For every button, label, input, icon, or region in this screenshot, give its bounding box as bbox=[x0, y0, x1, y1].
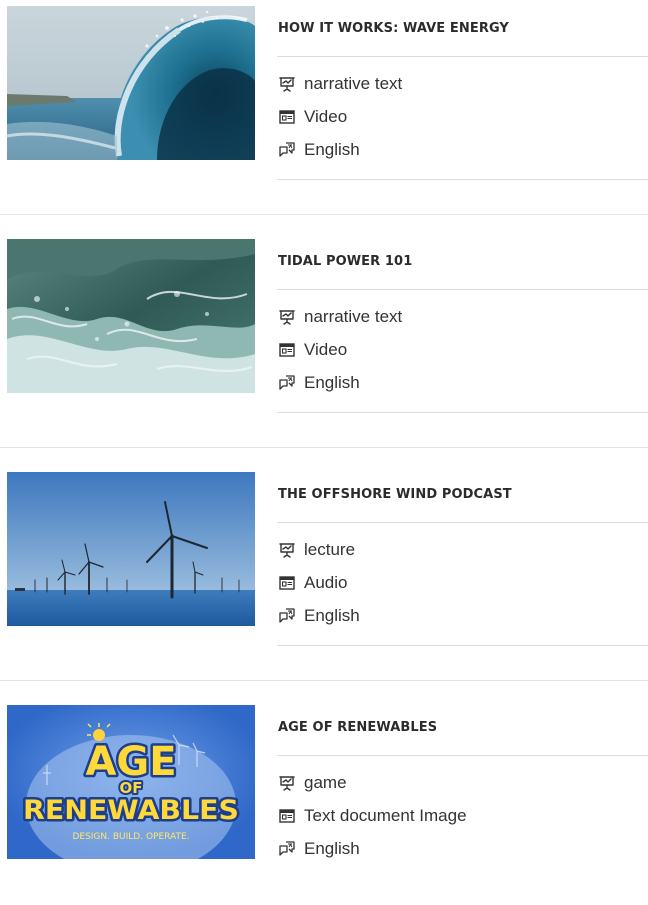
resource-type: game bbox=[278, 772, 347, 794]
resource-format-label: Video bbox=[304, 340, 348, 359]
divider bbox=[277, 289, 648, 290]
offshore-wind-thumbnail[interactable] bbox=[7, 472, 255, 626]
resource-title[interactable]: AGE OF RENEWABLES bbox=[278, 720, 437, 735]
resource-format: Video bbox=[278, 106, 347, 128]
resource-card[interactable]: TIDAL POWER 101 narrative text Video Eng… bbox=[0, 239, 648, 439]
resource-language: English bbox=[278, 372, 360, 394]
presentation-icon bbox=[278, 75, 296, 93]
divider bbox=[277, 179, 648, 180]
resource-type-label: game bbox=[304, 773, 347, 792]
translate-icon bbox=[278, 607, 296, 625]
presentation-icon bbox=[278, 308, 296, 326]
resource-language-label: English bbox=[304, 606, 360, 625]
card-separator bbox=[0, 214, 648, 215]
resource-language-label: English bbox=[304, 839, 360, 858]
resource-language-label: English bbox=[304, 373, 360, 392]
document-window-icon bbox=[278, 108, 296, 126]
resource-format-label: Video bbox=[304, 107, 348, 126]
card-separator bbox=[0, 680, 648, 681]
resource-card[interactable]: HOW IT WORKS: WAVE ENERGY narrative text… bbox=[0, 6, 648, 206]
translate-icon bbox=[278, 141, 296, 159]
resource-type-label: narrative text bbox=[304, 74, 403, 93]
document-window-icon bbox=[278, 807, 296, 825]
document-window-icon bbox=[278, 574, 296, 592]
resource-card[interactable]: THE OFFSHORE WIND PODCAST lecture Audio … bbox=[0, 472, 648, 672]
resource-title[interactable]: THE OFFSHORE WIND PODCAST bbox=[278, 487, 512, 502]
resource-type: lecture bbox=[278, 539, 355, 561]
stormy-sea-thumbnail[interactable] bbox=[7, 239, 255, 393]
divider bbox=[277, 412, 648, 413]
logo-tagline: DESIGN. BUILD. OPERATE. bbox=[72, 832, 189, 842]
resource-card[interactable]: AGE AGE OF OF RENEWABLES RENEWABLES DESI… bbox=[0, 705, 648, 905]
divider bbox=[277, 56, 648, 57]
resource-title[interactable]: TIDAL POWER 101 bbox=[278, 254, 412, 269]
wave-thumbnail[interactable] bbox=[7, 6, 255, 160]
resource-format-label: Audio bbox=[304, 573, 348, 592]
resource-title[interactable]: HOW IT WORKS: WAVE ENERGY bbox=[278, 21, 509, 36]
translate-icon bbox=[278, 840, 296, 858]
age-of-renewables-thumbnail[interactable]: AGE AGE OF OF RENEWABLES RENEWABLES DESI… bbox=[7, 705, 255, 859]
logo-text-renewables: RENEWABLES bbox=[23, 795, 239, 826]
resource-format: Video bbox=[278, 339, 347, 361]
resource-format: Text document Image bbox=[278, 805, 467, 827]
presentation-icon bbox=[278, 774, 296, 792]
card-separator bbox=[0, 447, 648, 448]
resource-type-label: lecture bbox=[304, 540, 356, 559]
presentation-icon bbox=[278, 541, 296, 559]
resource-type: narrative text bbox=[278, 73, 402, 95]
translate-icon bbox=[278, 374, 296, 392]
resource-language-label: English bbox=[304, 140, 360, 159]
divider bbox=[277, 645, 648, 646]
resource-format-label: Text document Image bbox=[304, 806, 467, 825]
resource-language: English bbox=[278, 139, 360, 161]
divider bbox=[277, 522, 648, 523]
resource-language: English bbox=[278, 605, 360, 627]
resource-type: narrative text bbox=[278, 306, 402, 328]
document-window-icon bbox=[278, 341, 296, 359]
resource-language: English bbox=[278, 838, 360, 860]
divider bbox=[277, 755, 648, 756]
resource-format: Audio bbox=[278, 572, 347, 594]
resource-type-label: narrative text bbox=[304, 307, 403, 326]
